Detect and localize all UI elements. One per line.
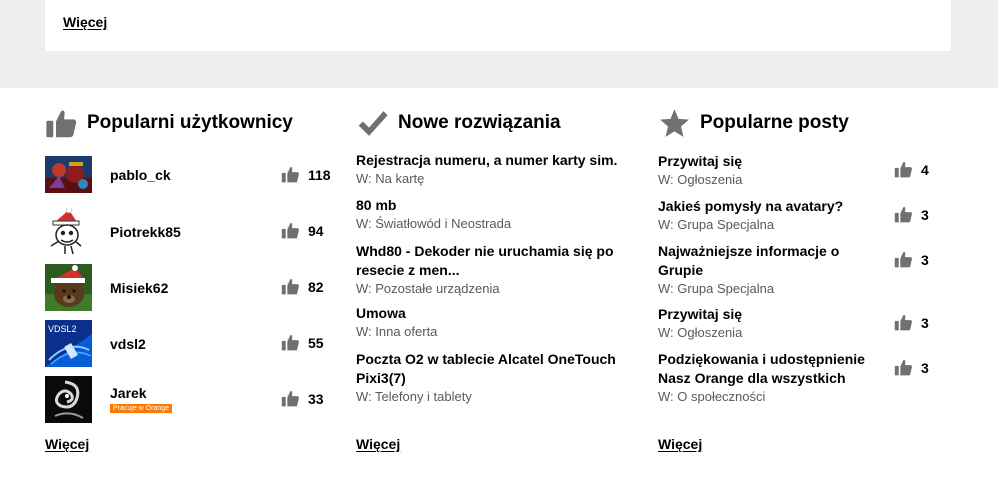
solution-board[interactable]: W: Telefony i tablety bbox=[356, 388, 636, 406]
solution-board[interactable]: W: Inna oferta bbox=[356, 323, 636, 341]
thumbs-up-icon bbox=[894, 250, 913, 269]
user-kudos: 94 bbox=[281, 221, 324, 240]
solution-title[interactable]: Umowa bbox=[356, 304, 636, 323]
avatar[interactable] bbox=[45, 156, 92, 193]
user-row: Piotrekk85 94 bbox=[45, 208, 335, 255]
user-name[interactable]: vdsl2 bbox=[110, 336, 146, 352]
solution-item: 80 mb W: Światłowód i Neostrada bbox=[356, 196, 636, 233]
solution-board[interactable]: W: Na kartę bbox=[356, 170, 636, 188]
post-kudos: 3 bbox=[894, 250, 929, 269]
solutions-more-link[interactable]: Więcej bbox=[356, 436, 400, 452]
popular-posts-title: Popularne posty bbox=[700, 112, 849, 133]
star-icon bbox=[658, 107, 691, 140]
kudos-count: 3 bbox=[921, 206, 929, 223]
post-kudos: 3 bbox=[894, 313, 929, 332]
employee-badge: Pracuje w Orange bbox=[110, 404, 173, 413]
post-kudos: 4 bbox=[894, 160, 929, 179]
popular-posts-header: Popularne posty bbox=[658, 105, 849, 141]
user-name[interactable]: Misiek62 bbox=[110, 280, 168, 296]
checkmark-icon bbox=[356, 107, 389, 140]
kudos-count: 3 bbox=[921, 314, 929, 331]
thumbs-up-icon bbox=[281, 333, 300, 352]
popular-users-title: Popularni użytkownicy bbox=[87, 112, 293, 133]
avatar[interactable]: VDSL2 bbox=[45, 320, 92, 367]
solution-item: Rejestracja numeru, a numer karty sim. W… bbox=[356, 151, 636, 188]
avatar[interactable] bbox=[45, 376, 92, 423]
new-solutions-title: Nowe rozwiązania bbox=[398, 112, 561, 133]
solution-title[interactable]: 80 mb bbox=[356, 196, 636, 215]
solution-title[interactable]: Rejestracja numeru, a numer karty sim. bbox=[356, 151, 636, 170]
post-title[interactable]: Przywitaj się bbox=[658, 305, 873, 324]
new-solutions-header: Nowe rozwiązania bbox=[356, 105, 561, 141]
kudos-count: 94 bbox=[308, 222, 324, 239]
thumbs-up-icon bbox=[894, 160, 913, 179]
popular-users-header: Popularni użytkownicy bbox=[45, 105, 293, 141]
kudos-count: 4 bbox=[921, 161, 929, 178]
thumbs-up-icon bbox=[281, 221, 300, 240]
user-row: Jarek Pracuje w Orange 33 bbox=[45, 376, 335, 423]
user-kudos: 82 bbox=[281, 277, 324, 296]
post-title[interactable]: Najważniejsze informacje o Grupie bbox=[658, 242, 873, 280]
top-more-link[interactable]: Więcej bbox=[63, 14, 107, 30]
avatar-text: VDSL2 bbox=[48, 324, 77, 334]
post-item: Jakieś pomysły na avatary? W: Grupa Spec… bbox=[658, 197, 938, 234]
post-item: Podziękowania i udostępnienie Nasz Orang… bbox=[658, 350, 938, 406]
solution-board[interactable]: W: Światłowód i Neostrada bbox=[356, 215, 636, 233]
post-title[interactable]: Przywitaj się bbox=[658, 152, 873, 171]
user-name[interactable]: Piotrekk85 bbox=[110, 224, 181, 240]
post-board[interactable]: W: Grupa Specjalna bbox=[658, 280, 938, 298]
thumbs-up-icon bbox=[45, 107, 78, 140]
user-kudos: 33 bbox=[281, 389, 324, 408]
post-board[interactable]: W: O społeczności bbox=[658, 388, 938, 406]
post-item: Przywitaj się W: Ogłoszenia 3 bbox=[658, 305, 938, 342]
user-row: pablo_ck 118 bbox=[45, 156, 335, 203]
solution-title[interactable]: Whd80 - Dekoder nie uruchamia się po res… bbox=[356, 242, 636, 280]
avatar[interactable] bbox=[45, 208, 92, 255]
solution-item: Whd80 - Dekoder nie uruchamia się po res… bbox=[356, 242, 636, 298]
user-row: VDSL2 vdsl2 55 bbox=[45, 320, 335, 367]
thumbs-up-icon bbox=[894, 313, 913, 332]
widgets-area: Popularni użytkownicy pablo_ck 118 Piotr… bbox=[0, 88, 998, 488]
kudos-count: 55 bbox=[308, 334, 324, 351]
solution-item: Umowa W: Inna oferta bbox=[356, 304, 636, 341]
post-kudos: 3 bbox=[894, 358, 929, 377]
thumbs-up-icon bbox=[894, 205, 913, 224]
thumbs-up-icon bbox=[281, 165, 300, 184]
user-kudos: 118 bbox=[281, 165, 331, 184]
solution-board[interactable]: W: Pozostałe urządzenia bbox=[356, 280, 636, 298]
kudos-count: 82 bbox=[308, 278, 324, 295]
users-more-link[interactable]: Więcej bbox=[45, 436, 89, 452]
post-title[interactable]: Podziękowania i udostępnienie Nasz Orang… bbox=[658, 350, 873, 388]
avatar[interactable] bbox=[45, 264, 92, 311]
user-name[interactable]: Jarek bbox=[110, 385, 147, 401]
post-title[interactable]: Jakieś pomysły na avatary? bbox=[658, 197, 873, 216]
kudos-count: 3 bbox=[921, 359, 929, 376]
post-item: Przywitaj się W: Ogłoszenia 4 bbox=[658, 152, 938, 189]
post-item: Najważniejsze informacje o Grupie W: Gru… bbox=[658, 242, 938, 298]
user-row: Misiek62 82 bbox=[45, 264, 335, 311]
user-name[interactable]: pablo_ck bbox=[110, 167, 171, 183]
thumbs-up-icon bbox=[281, 389, 300, 408]
kudos-count: 3 bbox=[921, 251, 929, 268]
posts-more-link[interactable]: Więcej bbox=[658, 436, 702, 452]
post-kudos: 3 bbox=[894, 205, 929, 224]
user-kudos: 55 bbox=[281, 333, 324, 352]
top-card: Więcej bbox=[45, 0, 951, 51]
thumbs-up-icon bbox=[894, 358, 913, 377]
solution-item: Poczta O2 w tablecie Alcatel OneTouch Pi… bbox=[356, 350, 636, 406]
kudos-count: 118 bbox=[308, 166, 331, 183]
solution-title[interactable]: Poczta O2 w tablecie Alcatel OneTouch Pi… bbox=[356, 350, 636, 388]
kudos-count: 33 bbox=[308, 390, 324, 407]
thumbs-up-icon bbox=[281, 277, 300, 296]
